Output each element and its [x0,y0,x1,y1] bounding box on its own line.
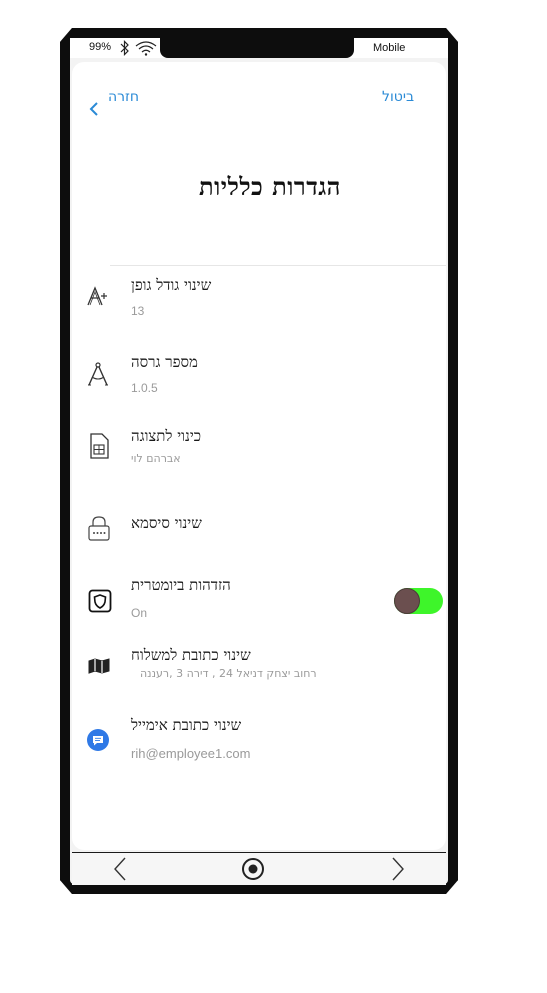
map-icon [88,658,112,682]
home-circle-icon[interactable] [241,857,265,885]
back-button[interactable]: חזרה [108,89,139,105]
setting-label: שינוי גודל גופן [131,276,212,294]
setting-label: מספר גרסה [131,353,198,371]
setting-label: כינוי לתצוגה [131,427,202,445]
sim-card-icon [88,432,112,459]
setting-value: On [131,606,148,620]
setting-row-version[interactable]: מספר גרסה 1.0.5 [80,353,446,403]
forward-chevron-icon[interactable] [390,856,406,886]
toggle-knob [394,588,420,614]
message-icon [86,728,110,752]
wifi-icon [135,40,157,60]
setting-row-display-name[interactable]: כינוי לתצוגה אברהם לוי [80,427,446,477]
setting-row-shipping-address[interactable]: שינוי כתובת למשלוח רחוב יצחק דניאל 24 , … [80,646,446,686]
setting-row-password[interactable]: שינוי סיסמא [80,512,446,548]
setting-label: שינוי סיסמא [131,514,202,532]
notch [160,38,354,58]
setting-value: 1.0.5 [131,381,158,395]
compass-icon [86,361,110,386]
setting-row-email[interactable]: שינוי כתובת אימייל rih@employee1.com [80,716,446,766]
setting-row-biometric[interactable]: הזדהות ביומטרית On [80,576,446,626]
shield-icon [88,589,112,613]
setting-value: 13 [131,304,145,318]
setting-value: rih@employee1.com [131,746,251,761]
setting-label: הזדהות ביומטרית [131,576,231,594]
lock-icon [87,514,111,541]
font-size-icon [86,284,110,308]
back-chevron-icon[interactable] [112,856,128,886]
back-chevron-icon[interactable] [88,101,100,121]
bluetooth-icon [119,40,131,60]
header-divider [110,265,446,266]
setting-value: אברהם לוי [131,452,181,465]
setting-row-font-size[interactable]: שינוי גודל גופן 13 [80,276,446,326]
setting-value: רחוב יצחק דניאל 24 , דירה 3 ,רעננה [140,667,317,680]
page-title: הגדרות כלליות [199,172,341,201]
battery-level: 99% [89,41,112,53]
carrier-label: Mobile [373,42,406,54]
setting-label: שינוי כתובת למשלוח [131,646,251,664]
setting-label: שינוי כתובת אימייל [131,716,242,734]
cancel-button[interactable]: ביטול [382,89,414,105]
